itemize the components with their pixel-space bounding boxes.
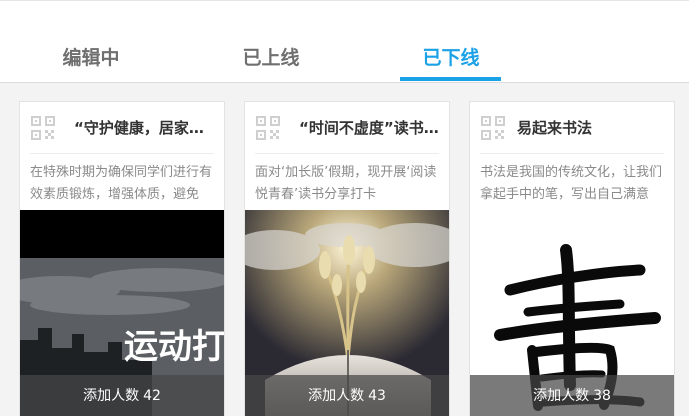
- added-count-bar: 添加人数 43: [245, 375, 449, 416]
- divider: [30, 153, 214, 154]
- card-title: “守护健康，居家锻炼”: [74, 119, 214, 137]
- card-header: 易起来书法: [470, 102, 674, 153]
- active-tab-indicator: [400, 77, 501, 81]
- added-count-label: 添加人数: [308, 388, 365, 404]
- added-count-value: 38: [593, 388, 611, 404]
- qr-code-icon[interactable]: [31, 116, 55, 140]
- card-cover-image: 运动打卡 添加人数42: [20, 210, 224, 416]
- card-title: 易起来书法: [517, 119, 593, 137]
- qr-code-icon[interactable]: [481, 116, 505, 140]
- activity-card[interactable]: “守护健康，居家锻炼” 在特殊时期为确保同学们进行有效素质锻炼，增强体质，避免 …: [19, 101, 225, 416]
- card-header: “时间不虚度”读书分享: [245, 102, 449, 153]
- added-count-value: 43: [368, 388, 386, 404]
- tab-online[interactable]: 已上线: [230, 44, 312, 72]
- tab-offline[interactable]: 已下线: [409, 44, 493, 72]
- added-count-label: 添加人数: [533, 388, 590, 404]
- added-count-bar: 添加人数 42: [20, 375, 224, 416]
- card-title: “时间不虚度”读书分享: [299, 119, 439, 137]
- added-count-label: 添加人数: [83, 388, 140, 404]
- card-header: “守护健康，居家锻炼”: [20, 102, 224, 153]
- activity-card[interactable]: 易起来书法 书法是我国的传统文化，让我们拿起手中的笔，写出自己满意 添加人数 38: [469, 101, 675, 416]
- divider: [480, 153, 664, 154]
- added-count-bar: 添加人数 38: [470, 375, 674, 416]
- card-cover-image: 添加人数 43: [245, 210, 449, 416]
- card-cover-image: 添加人数 38: [470, 210, 674, 416]
- cover-image-text: 运动打卡: [124, 327, 224, 367]
- activity-card[interactable]: “时间不虚度”读书分享 面对‘加长版’假期，现开展‘阅读悦青春’读书分享打卡 添…: [244, 101, 450, 416]
- card-description: 在特殊时期为确保同学们进行有效素质锻炼，增强体质，避免: [30, 165, 213, 202]
- qr-code-icon[interactable]: [256, 116, 280, 140]
- tab-editing[interactable]: 编辑中: [50, 44, 132, 72]
- added-count-value: 42: [143, 388, 161, 404]
- divider: [255, 153, 439, 154]
- card-description: 书法是我国的传统文化，让我们拿起手中的笔，写出自己满意: [480, 165, 663, 202]
- card-description: 面对‘加长版’假期，现开展‘阅读悦青春’读书分享打卡: [255, 165, 437, 202]
